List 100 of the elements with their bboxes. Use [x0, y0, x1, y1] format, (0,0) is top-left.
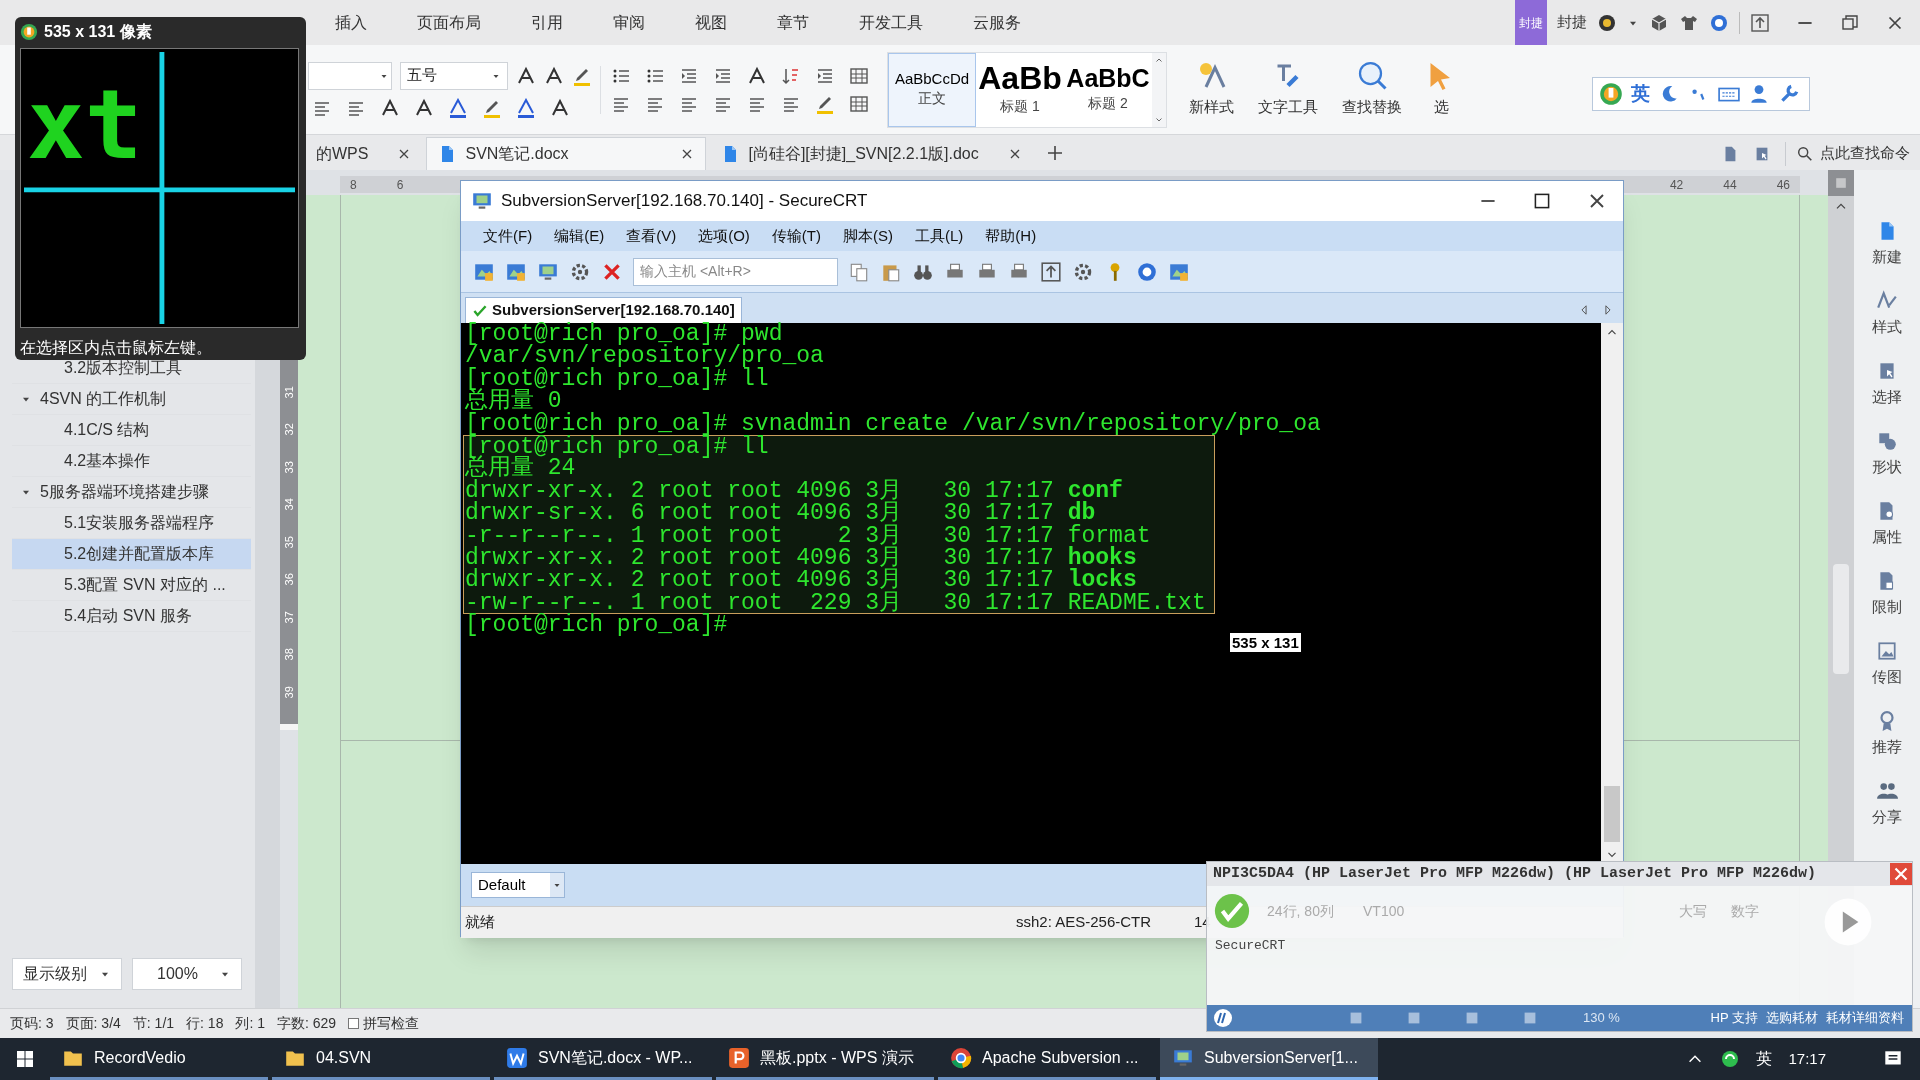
sidebar-button[interactable]: 属性	[1872, 526, 1902, 549]
outline-item[interactable]: 5.4启动 SVN 服务	[64, 604, 193, 628]
sidebar-button[interactable]: 选择	[1872, 386, 1902, 409]
cube-icon[interactable]	[1649, 12, 1669, 33]
menu-tab[interactable]: 审阅	[588, 0, 670, 45]
taskbar-button[interactable]: 04.SVN	[272, 1038, 490, 1080]
menu-tab[interactable]: 视图	[670, 0, 752, 45]
sidebar-button[interactable]: 新建	[1872, 246, 1902, 269]
upload-icon[interactable]	[1750, 12, 1770, 33]
menu-tab[interactable]: 页面布局	[392, 0, 506, 45]
menu-item[interactable]: 查看(V)	[626, 224, 677, 248]
outline-item[interactable]: 5服务器端环境搭建步骤	[40, 480, 209, 504]
ribbon-button[interactable]: 新样式	[1189, 96, 1234, 119]
scrollbar-thumb[interactable]	[1833, 564, 1849, 674]
font-size-icon[interactable]	[544, 65, 564, 86]
status-text: 页码: 3	[10, 1014, 54, 1033]
spell-check-checkbox[interactable]	[348, 1018, 360, 1029]
size-label: 535 x 131	[1230, 633, 1301, 652]
spell-check-label[interactable]: 拼写检查	[363, 1013, 420, 1034]
menu-item[interactable]: 工具(L)	[915, 224, 964, 248]
taskbar-button[interactable]: SubversionServer[1...	[1160, 1038, 1378, 1080]
terminal-line: [root@rich pro_oa]# ll	[465, 367, 769, 391]
outline-item[interactable]: 4.2基本操作	[64, 449, 151, 473]
font-color-icon[interactable]	[448, 97, 468, 118]
user-name[interactable]: 封捷	[1557, 11, 1587, 34]
help-icon[interactable]	[1136, 260, 1158, 283]
ribbon-button[interactable]: 选	[1433, 96, 1449, 119]
table-icon[interactable]	[849, 65, 869, 86]
border-icon[interactable]	[849, 93, 869, 114]
clock[interactable]: 17:17	[1788, 1047, 1826, 1071]
menu-tab[interactable]: 插入	[310, 0, 392, 45]
slides-icon	[728, 1046, 750, 1069]
popup-link[interactable]: 耗材详细资料	[1826, 1008, 1904, 1028]
zoom-dropdown[interactable]: 100%	[132, 958, 242, 990]
ribbon-button[interactable]: 查找替换	[1342, 96, 1402, 119]
font-icon[interactable]	[414, 97, 434, 118]
sidebar-button[interactable]: 分享	[1872, 806, 1902, 829]
ribbon-button[interactable]: 文字工具	[1258, 96, 1318, 119]
outline-item[interactable]: 4.1C/S 结构	[64, 418, 150, 442]
font-name-field[interactable]	[308, 61, 392, 90]
terminal-line: [root@rich pro_oa]#	[465, 614, 729, 637]
popup-link[interactable]: HP 支持	[1710, 1008, 1758, 1028]
writer-icon	[506, 1046, 528, 1069]
account-badge: 封捷	[1515, 0, 1547, 45]
outline-item[interactable]: 5.1安装服务器端程序	[64, 511, 215, 535]
status-text: 节: 1/1	[132, 1014, 175, 1033]
close-icon[interactable]	[1890, 863, 1912, 885]
outline-item[interactable]: 3.2版本控制工具	[64, 356, 183, 380]
help-icon[interactable]	[1709, 12, 1729, 33]
level-dropdown[interactable]: 显示级别	[12, 958, 122, 990]
scrollbar-thumb[interactable]	[1604, 786, 1620, 842]
font-color-icon[interactable]	[516, 97, 536, 118]
menu-item[interactable]: 脚本(S)	[843, 224, 893, 248]
session-tab[interactable]: SubversionServer[192.168.70.140]	[465, 297, 742, 323]
font-icon[interactable]	[550, 97, 570, 118]
magnifier-title: 535 x 131 像素	[44, 22, 152, 42]
outline-item[interactable]: 4SVN 的工作机制	[40, 387, 167, 411]
style-option[interactable]: AaBbCcDd 正文	[888, 52, 976, 127]
menu-tab[interactable]: 开发工具	[834, 0, 948, 45]
sidebar-button[interactable]: 推荐	[1872, 736, 1902, 759]
menu-item[interactable]: 传输(T)	[771, 224, 821, 248]
sidebar-button[interactable]: 形状	[1872, 456, 1902, 479]
restore-icon[interactable]	[1840, 12, 1860, 33]
menu-item[interactable]: 文件(F)	[483, 224, 533, 248]
menu-tab[interactable]: 引用	[506, 0, 588, 45]
view-toggle-button[interactable]	[1828, 170, 1854, 196]
command-search-field[interactable]: 点此查找命令	[1785, 141, 1910, 166]
document-tab[interactable]: SVN笔记.docx	[426, 137, 707, 170]
session-dropdown[interactable]: Default	[471, 872, 565, 898]
faint-text: VT100	[1363, 901, 1406, 921]
hp-icon	[1213, 1008, 1233, 1028]
menu-item[interactable]: 编辑(E)	[554, 224, 605, 248]
style-option[interactable]: AaBbC 标题 2	[1064, 52, 1152, 127]
sidebar-button[interactable]: 限制	[1872, 596, 1902, 619]
terminal[interactable]	[461, 323, 1601, 864]
taskbar-button[interactable]: 黑板.pptx - WPS 演示	[716, 1038, 934, 1080]
browser-icon	[950, 1046, 972, 1069]
transfer-icon[interactable]	[1040, 260, 1062, 283]
font-icon[interactable]	[747, 65, 767, 86]
faint-text: 24行, 80列	[1267, 901, 1335, 921]
style-option[interactable]: AaBb 标题 1	[976, 52, 1064, 127]
input-mode[interactable]: 英	[1756, 1047, 1773, 1071]
font-size-icon[interactable]	[516, 65, 536, 86]
terminal-icon	[471, 190, 493, 212]
menu-item[interactable]: 帮助(H)	[985, 224, 1037, 248]
popup-link[interactable]: 选购耗材	[1766, 1008, 1818, 1028]
taskbar-button[interactable]: RecordVedio	[50, 1038, 268, 1080]
taskbar-button[interactable]: SVN笔记.docx - WP...	[494, 1038, 712, 1080]
window-title: SubversionServer[192.168.70.140] - SecureCRT	[501, 190, 868, 213]
host-field[interactable]: 输入主机 <Alt+R>	[633, 257, 838, 286]
taskbar-button[interactable]: Apache Subversion ...	[938, 1038, 1156, 1080]
menu-tab[interactable]: 云服务	[948, 0, 1046, 45]
font-size-field[interactable]: 五号	[400, 61, 508, 90]
play-icon[interactable]	[1822, 896, 1874, 948]
font-icon[interactable]	[380, 97, 400, 118]
sidebar-button[interactable]: 样式	[1872, 316, 1902, 339]
outline-item[interactable]: 5.3配置 SVN 对应的 ...	[64, 573, 226, 597]
sidebar-button[interactable]: 传图	[1872, 666, 1902, 689]
menu-tab[interactable]: 章节	[752, 0, 834, 45]
menu-item[interactable]: 选项(O)	[698, 224, 750, 248]
